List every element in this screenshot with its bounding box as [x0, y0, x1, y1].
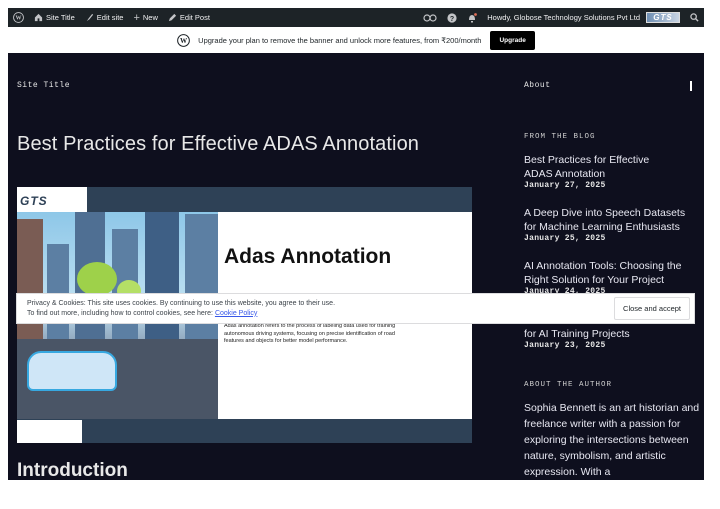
svg-text:W: W: [180, 37, 188, 45]
blog-item[interactable]: A Deep Dive into Speech Datasets for Mac…: [524, 206, 699, 244]
upgrade-button[interactable]: Upgrade: [490, 30, 535, 50]
wordpress-logo-icon: W: [177, 33, 191, 47]
edit-site-label: Edit site: [96, 13, 124, 22]
svg-text:W: W: [15, 16, 21, 22]
close-and-accept-button[interactable]: Close and accept: [614, 297, 690, 320]
admin-bar: W Site Title Edit site + New Edit Post ?…: [8, 8, 704, 27]
greeting-text: Howdy, Globose Technology Solutions Pvt …: [487, 13, 640, 22]
blog-item-title[interactable]: for AI Training Projects: [524, 327, 699, 341]
cookie-text: Privacy & Cookies: This site uses cookie…: [17, 299, 614, 319]
blog-item[interactable]: Best Practices for Effective ADAS Annota…: [524, 153, 699, 191]
site-content: Site Title About Best Practices for Effe…: [8, 53, 704, 480]
feature-description: Adas annotation refers to the process of…: [224, 323, 396, 344]
new-button[interactable]: + New: [128, 8, 162, 27]
admin-site-title-label: Site Title: [46, 13, 75, 22]
cookie-line2: To find out more, including how to contr…: [27, 309, 215, 317]
upgrade-message: Upgrade your plan to remove the banner a…: [198, 35, 482, 45]
reader-icon[interactable]: [418, 8, 442, 27]
gts-logo: GTS: [20, 194, 48, 208]
upgrade-banner: W Upgrade your plan to remove the banner…: [8, 27, 704, 53]
blog-item-title[interactable]: Best Practices for Effective ADAS Annota…: [524, 153, 669, 181]
site-title[interactable]: Site Title: [17, 81, 70, 90]
blog-item[interactable]: for AI Training Projects January 23, 202…: [524, 327, 699, 351]
account-menu[interactable]: Howdy, Globose Technology Solutions Pvt …: [482, 8, 685, 27]
blog-item-title[interactable]: AI Annotation Tools: Choosing the Right …: [524, 259, 699, 287]
intro-heading: Introduction: [17, 460, 128, 480]
edit-site-button[interactable]: Edit site: [80, 8, 129, 27]
edit-post-button[interactable]: Edit Post: [163, 8, 215, 27]
search-icon[interactable]: [685, 8, 704, 27]
cookie-policy-link[interactable]: Cookie Policy: [215, 310, 257, 317]
blog-item[interactable]: AI Annotation Tools: Choosing the Right …: [524, 259, 699, 297]
wordpress-logo-icon[interactable]: W: [8, 8, 29, 27]
blog-item-date: January 25, 2025: [524, 234, 606, 243]
cookie-line1: Privacy & Cookies: This site uses cookie…: [27, 299, 336, 307]
post-title: Best Practices for Effective ADAS Annota…: [17, 133, 420, 155]
blog-item-title[interactable]: A Deep Dive into Speech Datasets for Mac…: [524, 206, 699, 234]
author-heading: ABOUT THE AUTHOR: [524, 381, 613, 389]
nav-about-link[interactable]: About: [524, 81, 551, 90]
svg-text:?: ?: [450, 15, 454, 22]
notifications-bell-icon[interactable]: [462, 8, 482, 27]
pencil-icon: [168, 13, 177, 22]
home-icon: [34, 13, 43, 22]
blog-item-date: January 23, 2025: [524, 341, 606, 350]
blog-item-date: January 27, 2025: [524, 181, 606, 190]
admin-site-title[interactable]: Site Title: [29, 8, 80, 27]
help-icon[interactable]: ?: [442, 8, 462, 27]
menu-toggle-icon[interactable]: [690, 81, 692, 91]
author-bio: Sophia Bennett is an art historian and f…: [524, 402, 700, 478]
edit-post-label: Edit Post: [179, 13, 210, 22]
feature-heading: Adas Annotation: [224, 245, 392, 268]
blog-heading: FROM THE BLOG: [524, 133, 596, 141]
new-label: New: [142, 13, 158, 22]
plus-icon: +: [133, 11, 140, 24]
brush-icon: [86, 13, 93, 22]
cookie-banner: Privacy & Cookies: This site uses cookie…: [16, 293, 695, 324]
avatar: GTS: [646, 12, 680, 23]
